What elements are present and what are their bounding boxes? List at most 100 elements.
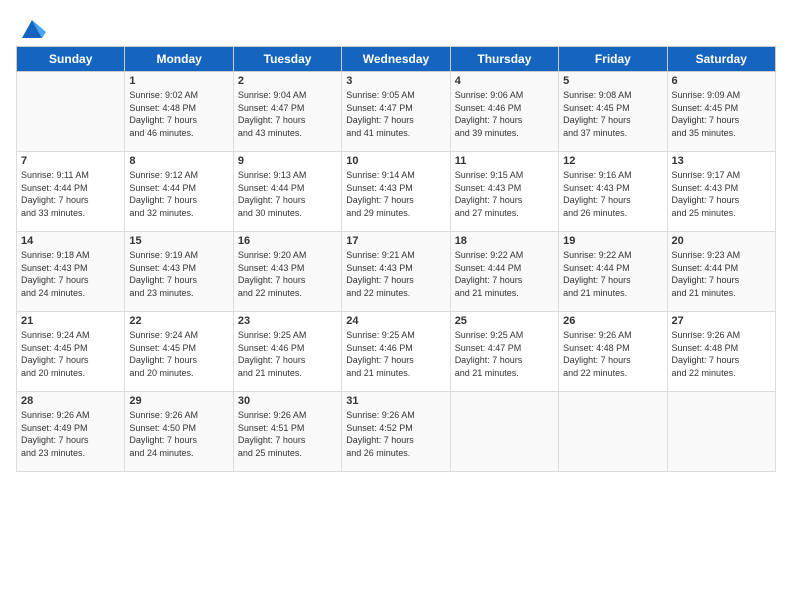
day-info: Sunrise: 9:26 AM Sunset: 4:49 PM Dayligh… [21, 409, 120, 459]
calendar-cell: 9 Sunrise: 9:13 AM Sunset: 4:44 PM Daylig… [233, 152, 341, 232]
day-number: 9 [238, 155, 337, 167]
day-info: Sunrise: 9:25 AM Sunset: 4:47 PM Dayligh… [455, 329, 554, 379]
day-number: 4 [455, 75, 554, 87]
calendar-cell: 20 Sunrise: 9:23 AM Sunset: 4:44 PM Dayli… [667, 232, 775, 312]
calendar-cell [559, 392, 667, 472]
day-info: Sunrise: 9:26 AM Sunset: 4:48 PM Dayligh… [672, 329, 771, 379]
day-info: Sunrise: 9:17 AM Sunset: 4:43 PM Dayligh… [672, 169, 771, 219]
day-info: Sunrise: 9:23 AM Sunset: 4:44 PM Dayligh… [672, 249, 771, 299]
calendar-week-1: 7 Sunrise: 9:11 AM Sunset: 4:44 PM Daylig… [17, 152, 776, 232]
calendar-cell: 13 Sunrise: 9:17 AM Sunset: 4:43 PM Dayli… [667, 152, 775, 232]
calendar-cell: 4 Sunrise: 9:06 AM Sunset: 4:46 PM Daylig… [450, 72, 558, 152]
day-number: 5 [563, 75, 662, 87]
weekday-header-sunday: Sunday [17, 47, 125, 72]
day-number: 2 [238, 75, 337, 87]
day-info: Sunrise: 9:25 AM Sunset: 4:46 PM Dayligh… [346, 329, 445, 379]
calendar-cell: 18Sunrise: 9:22 AM Sunset: 4:44 PM Dayli… [450, 232, 558, 312]
weekday-row: SundayMondayTuesdayWednesdayThursdayFrid… [17, 47, 776, 72]
calendar-cell: 30 Sunrise: 9:26 AM Sunset: 4:51 PM Dayli… [233, 392, 341, 472]
calendar-cell: 6 Sunrise: 9:09 AM Sunset: 4:45 PM Daylig… [667, 72, 775, 152]
day-info: Sunrise: 9:21 AM Sunset: 4:43 PM Dayligh… [346, 249, 445, 299]
day-number: 13 [672, 155, 771, 167]
day-number: 23 [238, 315, 337, 327]
weekday-header-monday: Monday [125, 47, 233, 72]
day-info: Sunrise: 9:26 AM Sunset: 4:51 PM Dayligh… [238, 409, 337, 459]
day-number: 3 [346, 75, 445, 87]
day-number: 17 [346, 235, 445, 247]
day-info: Sunrise: 9:19 AM Sunset: 4:43 PM Dayligh… [129, 249, 228, 299]
day-number: 15 [129, 235, 228, 247]
weekday-header-thursday: Thursday [450, 47, 558, 72]
day-info: Sunrise: 9:26 AM Sunset: 4:50 PM Dayligh… [129, 409, 228, 459]
day-info: Sunrise: 9:15 AM Sunset: 4:43 PM Dayligh… [455, 169, 554, 219]
day-info: Sunrise: 9:12 AM Sunset: 4:44 PM Dayligh… [129, 169, 228, 219]
day-info: Sunrise: 9:22 AM Sunset: 4:44 PM Dayligh… [563, 249, 662, 299]
day-info: Sunrise: 9:05 AM Sunset: 4:47 PM Dayligh… [346, 89, 445, 139]
weekday-header-friday: Friday [559, 47, 667, 72]
calendar-cell [450, 392, 558, 472]
day-number: 21 [21, 315, 120, 327]
calendar-cell: 10 Sunrise: 9:14 AM Sunset: 4:43 PM Dayli… [342, 152, 450, 232]
day-number: 29 [129, 395, 228, 407]
weekday-header-tuesday: Tuesday [233, 47, 341, 72]
calendar-cell: 25 Sunrise: 9:25 AM Sunset: 4:47 PM Dayli… [450, 312, 558, 392]
calendar-cell: 5 Sunrise: 9:08 AM Sunset: 4:45 PM Daylig… [559, 72, 667, 152]
calendar-cell: 16Sunrise: 9:20 AM Sunset: 4:43 PM Dayli… [233, 232, 341, 312]
calendar-cell: 2 Sunrise: 9:04 AM Sunset: 4:47 PM Daylig… [233, 72, 341, 152]
calendar-body: 1 Sunrise: 9:02 AM Sunset: 4:48 PM Daylig… [17, 72, 776, 472]
calendar-cell: 26Sunrise: 9:26 AM Sunset: 4:48 PM Dayli… [559, 312, 667, 392]
calendar-cell [17, 72, 125, 152]
calendar-cell: 19 Sunrise: 9:22 AM Sunset: 4:44 PM Dayli… [559, 232, 667, 312]
day-number: 28 [21, 395, 120, 407]
day-info: Sunrise: 9:02 AM Sunset: 4:48 PM Dayligh… [129, 89, 228, 139]
day-info: Sunrise: 9:26 AM Sunset: 4:52 PM Dayligh… [346, 409, 445, 459]
day-number: 20 [672, 235, 771, 247]
day-info: Sunrise: 9:11 AM Sunset: 4:44 PM Dayligh… [21, 169, 120, 219]
calendar-header: SundayMondayTuesdayWednesdayThursdayFrid… [17, 47, 776, 72]
header [16, 10, 776, 42]
calendar-cell: 31 Sunrise: 9:26 AM Sunset: 4:52 PM Dayli… [342, 392, 450, 472]
calendar-cell: 1 Sunrise: 9:02 AM Sunset: 4:48 PM Daylig… [125, 72, 233, 152]
calendar-cell: 8Sunrise: 9:12 AM Sunset: 4:44 PM Daylig… [125, 152, 233, 232]
calendar-week-2: 14 Sunrise: 9:18 AM Sunset: 4:43 PM Dayli… [17, 232, 776, 312]
calendar-cell: 15 Sunrise: 9:19 AM Sunset: 4:43 PM Dayli… [125, 232, 233, 312]
day-number: 31 [346, 395, 445, 407]
calendar-cell: 11Sunrise: 9:15 AM Sunset: 4:43 PM Dayli… [450, 152, 558, 232]
calendar-cell: 29 Sunrise: 9:26 AM Sunset: 4:50 PM Dayli… [125, 392, 233, 472]
day-number: 7 [21, 155, 120, 167]
calendar-table: SundayMondayTuesdayWednesdayThursdayFrid… [16, 46, 776, 472]
day-number: 25 [455, 315, 554, 327]
weekday-header-wednesday: Wednesday [342, 47, 450, 72]
day-number: 1 [129, 75, 228, 87]
calendar-cell: 12Sunrise: 9:16 AM Sunset: 4:43 PM Dayli… [559, 152, 667, 232]
logo-icon [18, 14, 46, 42]
day-info: Sunrise: 9:08 AM Sunset: 4:45 PM Dayligh… [563, 89, 662, 139]
calendar-cell: 27 Sunrise: 9:26 AM Sunset: 4:48 PM Dayli… [667, 312, 775, 392]
day-number: 27 [672, 315, 771, 327]
calendar-cell: 22Sunrise: 9:24 AM Sunset: 4:45 PM Dayli… [125, 312, 233, 392]
day-number: 10 [346, 155, 445, 167]
calendar-week-4: 28 Sunrise: 9:26 AM Sunset: 4:49 PM Dayli… [17, 392, 776, 472]
calendar-week-0: 1 Sunrise: 9:02 AM Sunset: 4:48 PM Daylig… [17, 72, 776, 152]
day-info: Sunrise: 9:18 AM Sunset: 4:43 PM Dayligh… [21, 249, 120, 299]
day-number: 18 [455, 235, 554, 247]
calendar-container: SundayMondayTuesdayWednesdayThursdayFrid… [0, 0, 792, 480]
calendar-cell: 28 Sunrise: 9:26 AM Sunset: 4:49 PM Dayli… [17, 392, 125, 472]
day-number: 14 [21, 235, 120, 247]
day-info: Sunrise: 9:24 AM Sunset: 4:45 PM Dayligh… [21, 329, 120, 379]
day-info: Sunrise: 9:25 AM Sunset: 4:46 PM Dayligh… [238, 329, 337, 379]
calendar-cell: 7 Sunrise: 9:11 AM Sunset: 4:44 PM Daylig… [17, 152, 125, 232]
day-number: 26 [563, 315, 662, 327]
calendar-cell: 17 Sunrise: 9:21 AM Sunset: 4:43 PM Dayli… [342, 232, 450, 312]
day-info: Sunrise: 9:13 AM Sunset: 4:44 PM Dayligh… [238, 169, 337, 219]
day-number: 6 [672, 75, 771, 87]
weekday-header-saturday: Saturday [667, 47, 775, 72]
day-info: Sunrise: 9:04 AM Sunset: 4:47 PM Dayligh… [238, 89, 337, 139]
day-info: Sunrise: 9:14 AM Sunset: 4:43 PM Dayligh… [346, 169, 445, 219]
day-number: 30 [238, 395, 337, 407]
day-info: Sunrise: 9:06 AM Sunset: 4:46 PM Dayligh… [455, 89, 554, 139]
day-info: Sunrise: 9:09 AM Sunset: 4:45 PM Dayligh… [672, 89, 771, 139]
calendar-cell [667, 392, 775, 472]
calendar-cell: 3 Sunrise: 9:05 AM Sunset: 4:47 PM Daylig… [342, 72, 450, 152]
day-number: 19 [563, 235, 662, 247]
